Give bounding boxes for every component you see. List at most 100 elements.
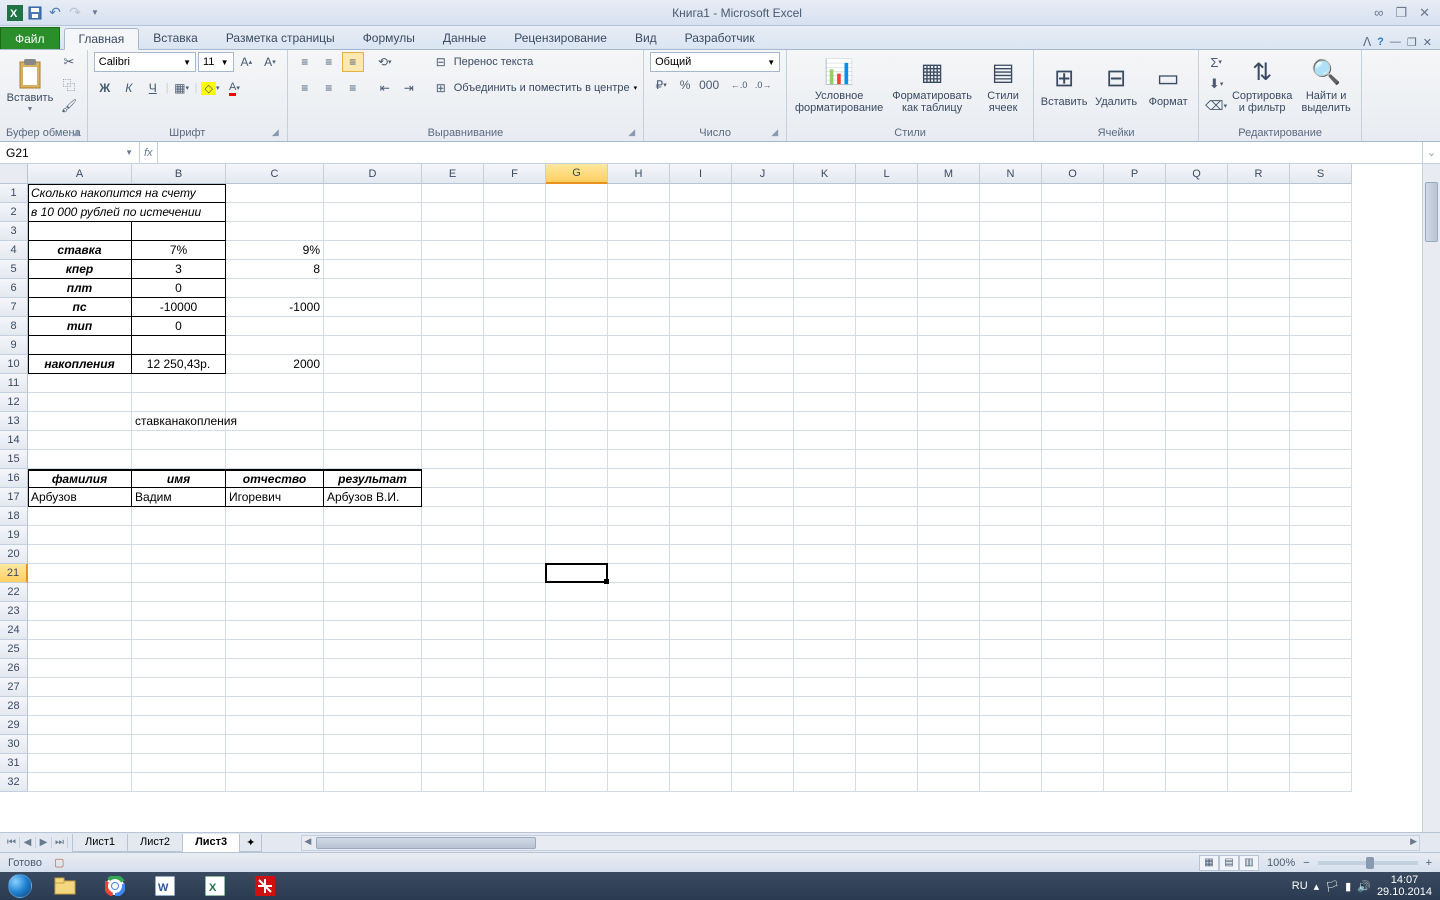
cell-M25[interactable]	[918, 640, 980, 659]
cell-P20[interactable]	[1104, 545, 1166, 564]
cell-F4[interactable]	[484, 241, 546, 260]
cell-Q1[interactable]	[1166, 184, 1228, 203]
cell-M18[interactable]	[918, 507, 980, 526]
cell-R23[interactable]	[1228, 602, 1290, 621]
cell-K16[interactable]	[794, 469, 856, 488]
cell-R4[interactable]	[1228, 241, 1290, 260]
cell-P3[interactable]	[1104, 222, 1166, 241]
cell-R12[interactable]	[1228, 393, 1290, 412]
cell-C32[interactable]	[226, 773, 324, 792]
cell-S14[interactable]	[1290, 431, 1352, 450]
cell-R13[interactable]	[1228, 412, 1290, 431]
col-header-M[interactable]: M	[918, 164, 980, 184]
cell-O28[interactable]	[1042, 697, 1104, 716]
sheet-nav-next[interactable]: ▶	[36, 837, 52, 848]
cell-M24[interactable]	[918, 621, 980, 640]
row-header-15[interactable]: 15	[0, 450, 28, 469]
cell-L16[interactable]	[856, 469, 918, 488]
minimize-ribbon-button[interactable]: ᐱ	[1363, 35, 1371, 49]
cell-E1[interactable]	[422, 184, 484, 203]
cell-I32[interactable]	[670, 773, 732, 792]
cell-K17[interactable]	[794, 488, 856, 507]
cell-L19[interactable]	[856, 526, 918, 545]
cell-M27[interactable]	[918, 678, 980, 697]
row-header-22[interactable]: 22	[0, 583, 28, 602]
cell-J17[interactable]	[732, 488, 794, 507]
cell-H21[interactable]	[608, 564, 670, 583]
cell-H31[interactable]	[608, 754, 670, 773]
cell-B5[interactable]: 3	[132, 260, 226, 279]
bold-button[interactable]: Ж	[94, 78, 116, 98]
cell-P31[interactable]	[1104, 754, 1166, 773]
cell-Q27[interactable]	[1166, 678, 1228, 697]
cell-P4[interactable]	[1104, 241, 1166, 260]
cell-C25[interactable]	[226, 640, 324, 659]
cell-N5[interactable]	[980, 260, 1042, 279]
cell-C26[interactable]	[226, 659, 324, 678]
font-size-select[interactable]: 11▼	[198, 52, 234, 72]
increase-indent-button[interactable]: ⇥	[398, 78, 420, 98]
cell-N13[interactable]	[980, 412, 1042, 431]
cell-S19[interactable]	[1290, 526, 1352, 545]
cell-O4[interactable]	[1042, 241, 1104, 260]
cell-J8[interactable]	[732, 317, 794, 336]
cell-S4[interactable]	[1290, 241, 1352, 260]
cell-M5[interactable]	[918, 260, 980, 279]
cell-O10[interactable]	[1042, 355, 1104, 374]
cell-O30[interactable]	[1042, 735, 1104, 754]
cell-B31[interactable]	[132, 754, 226, 773]
cell-B18[interactable]	[132, 507, 226, 526]
cell-F7[interactable]	[484, 298, 546, 317]
cell-C17[interactable]: Игоревич	[226, 488, 324, 507]
cell-P10[interactable]	[1104, 355, 1166, 374]
cell-D19[interactable]	[324, 526, 422, 545]
cell-H14[interactable]	[608, 431, 670, 450]
cell-F19[interactable]	[484, 526, 546, 545]
row-header-4[interactable]: 4	[0, 241, 28, 260]
cell-K6[interactable]	[794, 279, 856, 298]
tab-insert[interactable]: Вставка	[139, 27, 212, 49]
name-box-input[interactable]	[6, 146, 125, 160]
cell-D3[interactable]	[324, 222, 422, 241]
cell-J1[interactable]	[732, 184, 794, 203]
cell-Q29[interactable]	[1166, 716, 1228, 735]
cell-P8[interactable]	[1104, 317, 1166, 336]
cell-B28[interactable]	[132, 697, 226, 716]
save-button[interactable]	[26, 4, 44, 22]
tray-flag-icon[interactable]: 🏳	[1325, 880, 1339, 893]
sheet-tab-3[interactable]: Лист3	[182, 834, 240, 852]
cell-I28[interactable]	[670, 697, 732, 716]
sheet-tab-1[interactable]: Лист1	[72, 834, 128, 852]
cell-M12[interactable]	[918, 393, 980, 412]
cell-M8[interactable]	[918, 317, 980, 336]
cell-M14[interactable]	[918, 431, 980, 450]
row-header-23[interactable]: 23	[0, 602, 28, 621]
cell-H12[interactable]	[608, 393, 670, 412]
cell-O25[interactable]	[1042, 640, 1104, 659]
cell-R26[interactable]	[1228, 659, 1290, 678]
cell-E31[interactable]	[422, 754, 484, 773]
cell-P2[interactable]	[1104, 203, 1166, 222]
cell-H7[interactable]	[608, 298, 670, 317]
cell-J23[interactable]	[732, 602, 794, 621]
close-icon[interactable]: ✕	[1419, 5, 1430, 21]
cell-N16[interactable]	[980, 469, 1042, 488]
cell-L29[interactable]	[856, 716, 918, 735]
cut-button[interactable]: ✂	[58, 52, 80, 72]
cell-N26[interactable]	[980, 659, 1042, 678]
cell-C2[interactable]	[226, 203, 324, 222]
cell-N6[interactable]	[980, 279, 1042, 298]
cell-Q4[interactable]	[1166, 241, 1228, 260]
cell-M3[interactable]	[918, 222, 980, 241]
zoom-thumb[interactable]	[1366, 857, 1374, 869]
cell-J12[interactable]	[732, 393, 794, 412]
pdf-task[interactable]	[241, 873, 289, 899]
cell-N2[interactable]	[980, 203, 1042, 222]
cell-P27[interactable]	[1104, 678, 1166, 697]
cell-B29[interactable]	[132, 716, 226, 735]
cell-H16[interactable]	[608, 469, 670, 488]
col-header-J[interactable]: J	[732, 164, 794, 184]
cell-J25[interactable]	[732, 640, 794, 659]
cell-K2[interactable]	[794, 203, 856, 222]
cell-C10[interactable]: 2000	[226, 355, 324, 374]
